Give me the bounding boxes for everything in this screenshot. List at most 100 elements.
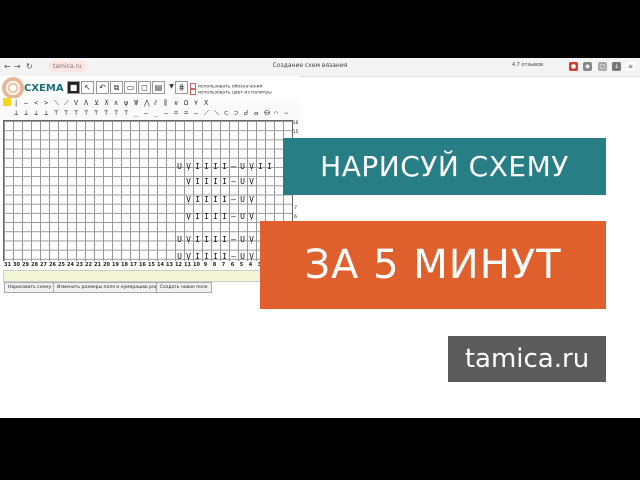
- palette-symbol[interactable]: ⌒: [274, 109, 278, 117]
- palette-symbol[interactable]: ⊥: [44, 109, 48, 117]
- undo-button[interactable]: ↶: [96, 81, 109, 94]
- palette-symbol[interactable]: ⊤: [64, 109, 68, 117]
- pointer-tool-button[interactable]: ↖: [81, 81, 94, 94]
- palette-symbol[interactable]: X: [204, 99, 208, 107]
- palette-symbol[interactable]: |: [14, 99, 18, 107]
- grid-cell-symbol: I: [222, 162, 227, 171]
- palette-symbol[interactable]: ⟋: [204, 109, 209, 117]
- palette-symbol[interactable]: ⊤: [114, 109, 118, 117]
- grid-cell-symbol: I: [213, 212, 218, 221]
- grid-cell-symbol: U: [177, 235, 182, 244]
- column-number: 21: [94, 262, 101, 268]
- row-number: 16: [292, 121, 299, 126]
- palette-symbol[interactable]: V: [74, 99, 78, 107]
- palette-symbol[interactable]: Ψ: [134, 99, 138, 107]
- palette-symbol[interactable]: _: [134, 109, 138, 117]
- option-palette-color[interactable]: использовать цвет из палитры: [190, 89, 272, 96]
- palette-symbol[interactable]: —: [144, 109, 148, 117]
- grid-cell-symbol: U: [240, 252, 245, 261]
- row-button[interactable]: ▤: [152, 81, 165, 94]
- grid-cell-symbol: I: [213, 252, 218, 261]
- column-number: 10: [193, 262, 200, 268]
- color-swatch[interactable]: [3, 98, 11, 106]
- palette-symbol[interactable]: ⊂: [224, 109, 228, 117]
- back-icon[interactable]: ←: [4, 61, 11, 73]
- palette-symbol[interactable]: ⊤: [74, 109, 78, 117]
- palette-symbol[interactable]: ⊃: [234, 109, 238, 117]
- column-number: 16: [139, 262, 146, 268]
- palette-symbol[interactable]: ⊼: [104, 99, 109, 107]
- palette-symbol[interactable]: Λ: [84, 99, 88, 107]
- forward-icon[interactable]: →: [14, 61, 21, 73]
- resize-field-button[interactable]: Изменить размеры поля и нумерацию рядов: [53, 282, 168, 293]
- palette-symbol[interactable]: ⊥: [14, 109, 18, 117]
- palette-symbol[interactable]: ⊤: [54, 109, 58, 117]
- palette-symbol[interactable]: ⊤: [94, 109, 98, 117]
- row-number: 15: [292, 129, 299, 135]
- palette-symbol[interactable]: ⫽: [154, 99, 157, 107]
- grid-cell-symbol: I: [204, 252, 209, 261]
- grid-cell-symbol: —: [231, 177, 236, 186]
- new-field-button[interactable]: Создать новое поле: [156, 282, 212, 293]
- column-number: 5: [239, 262, 244, 268]
- palette-symbol[interactable]: ⴱ: [264, 109, 270, 117]
- row-number: 7: [294, 206, 297, 211]
- address-bar[interactable]: tamica.ru: [48, 61, 87, 72]
- menu-icon[interactable]: ≡: [626, 62, 635, 71]
- palette-symbol[interactable]: ⟍: [54, 99, 59, 107]
- palette-symbol[interactable]: =: [184, 109, 188, 117]
- palette-symbol[interactable]: ⫼: [164, 99, 167, 107]
- grid-cell-symbol: Ṿ: [249, 212, 254, 221]
- palette-symbol[interactable]: ⊤: [84, 109, 88, 117]
- bookmark-icon[interactable]: ▢: [598, 62, 607, 71]
- palette-symbol[interactable]: ⊥: [24, 109, 28, 117]
- palette-symbol[interactable]: _: [154, 109, 158, 117]
- grid-cell-symbol: I: [222, 212, 227, 221]
- reviews-badge[interactable]: 4.7 отзывов: [512, 62, 543, 68]
- column-number: 11: [184, 262, 191, 268]
- shield-icon[interactable]: ◆: [583, 62, 592, 71]
- palette-symbol[interactable]: ψ: [124, 99, 128, 107]
- palette-symbol[interactable]: =: [174, 109, 178, 117]
- column-number: 20: [103, 262, 110, 268]
- palette-symbol[interactable]: ⋎: [194, 99, 198, 107]
- palette-symbol[interactable]: ∨: [174, 99, 178, 107]
- column-number: 25: [58, 262, 65, 268]
- palette-symbol[interactable]: ⴰ: [254, 109, 259, 117]
- site-banner[interactable]: tamica.ru: [448, 336, 606, 382]
- column-number: 12: [175, 262, 182, 268]
- clear-button[interactable]: ◻: [138, 81, 151, 94]
- extension-icon[interactable]: ●: [569, 62, 578, 71]
- palette-symbol[interactable]: ⟍: [214, 109, 219, 117]
- reload-icon[interactable]: ↻: [26, 61, 33, 73]
- palette-symbol[interactable]: —: [194, 109, 198, 117]
- grid-cell-symbol: I: [204, 212, 209, 221]
- palette-symbol[interactable]: ⊻: [94, 99, 99, 107]
- palette-symbol[interactable]: ⊥: [34, 109, 38, 117]
- fill-tool-button[interactable]: ■: [67, 81, 80, 94]
- download-icon[interactable]: ↓: [612, 62, 621, 71]
- grid-cell-symbol: Ṿ: [249, 177, 254, 186]
- palette-symbol[interactable]: ⊤: [124, 109, 128, 117]
- grid-cell-symbol: Ṿ: [186, 252, 191, 261]
- palette-symbol[interactable]: ⌣: [284, 109, 289, 117]
- palette-symbol[interactable]: —: [24, 99, 28, 107]
- palette-symbol[interactable]: <: [34, 99, 38, 107]
- column-number: 6: [230, 262, 235, 268]
- column-numbers: 31 30 29 28 27 26 25 24 23 22 21 20 19 18 17 16 15 14 13 12…: [3, 261, 291, 270]
- grid-cell-symbol: I: [195, 235, 200, 244]
- palette-symbol[interactable]: ∧: [114, 99, 118, 107]
- palette-symbol[interactable]: >: [44, 99, 48, 107]
- palette-symbol[interactable]: ⋀: [144, 99, 150, 107]
- palette-symbol[interactable]: Ꮷ: [244, 109, 248, 117]
- grid-cell-symbol: U: [240, 212, 245, 221]
- palette-symbol[interactable]: Ω: [184, 99, 188, 107]
- select-button[interactable]: ▭: [124, 81, 137, 94]
- grid-tool-button[interactable]: ⋕: [175, 81, 188, 94]
- palette-symbol[interactable]: ⊤: [104, 109, 108, 117]
- copy-button[interactable]: ⧉: [110, 81, 123, 94]
- column-number: 14: [157, 262, 164, 268]
- palette-symbol[interactable]: —: [164, 109, 168, 117]
- draw-scheme-button[interactable]: Нарисовать схему: [4, 282, 56, 293]
- palette-symbol[interactable]: ⟋: [64, 99, 69, 107]
